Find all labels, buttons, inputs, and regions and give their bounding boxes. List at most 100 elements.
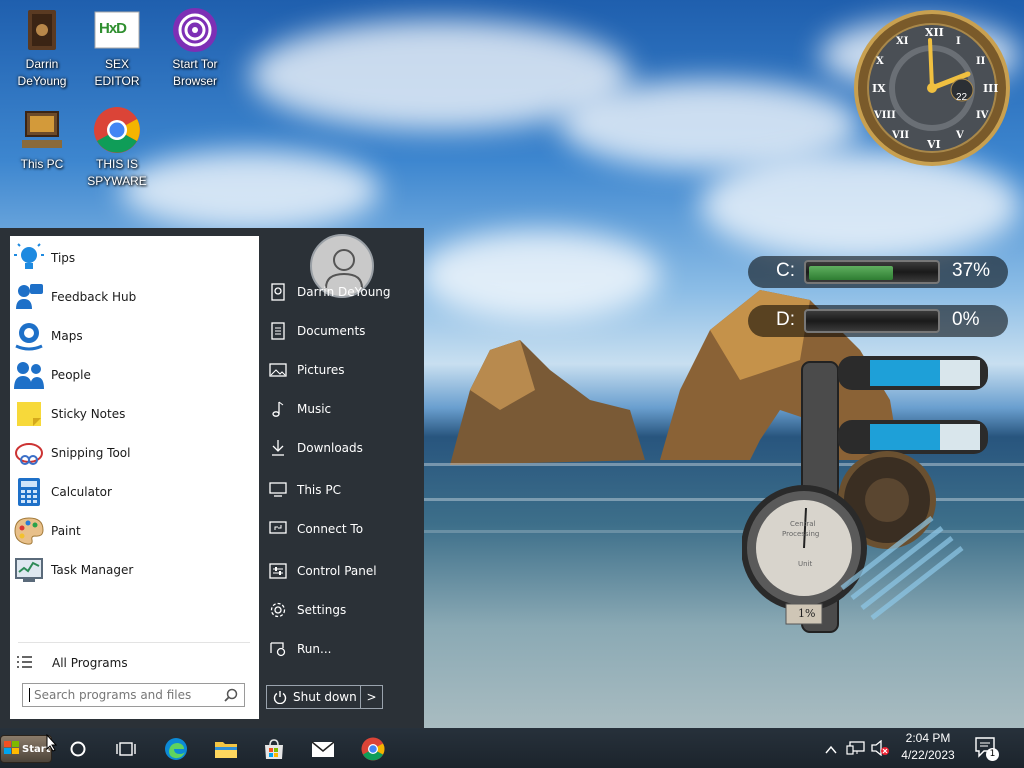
start-place-user[interactable]: Darrin DeYoung [268, 277, 418, 307]
shutdown-label: Shut down [293, 690, 357, 704]
tor-browser-icon [171, 6, 219, 54]
user-folder-icon [18, 6, 66, 54]
control-panel-icon [268, 561, 288, 581]
clock-numeral: XI [896, 36, 909, 47]
sticky-note-icon [13, 398, 45, 430]
desktop-icon-label: DeYoung [17, 74, 67, 88]
start-place-music[interactable]: Music [268, 394, 418, 424]
user-icon [268, 282, 288, 302]
clock-numeral: XII [925, 26, 944, 39]
network-icon[interactable] [846, 740, 866, 760]
run-icon [268, 639, 288, 659]
tray-clock[interactable]: 2:04 PM 4/22/2023 [888, 731, 968, 762]
start-place-control-panel[interactable]: Control Panel [268, 556, 418, 586]
calculator-icon [13, 476, 45, 508]
start-item-label: Maps [51, 328, 83, 343]
sea-stack-rock [450, 340, 645, 465]
start-item-paint[interactable]: Paint [10, 511, 259, 550]
desktop-icon-user[interactable]: Darrin DeYoung [0, 6, 84, 90]
drive-c-label: C: [776, 260, 795, 281]
start-item-people[interactable]: People [10, 355, 259, 394]
start-item-label: People [51, 367, 91, 382]
clock-numeral: VIII [874, 110, 896, 121]
start-item-label: Snipping Tool [51, 445, 131, 460]
clock-numeral: VII [892, 130, 910, 141]
mail-icon[interactable] [310, 736, 336, 762]
all-programs-button[interactable]: All Programs [10, 648, 259, 678]
this-pc-icon [18, 106, 66, 154]
start-place-label: Control Panel [297, 564, 377, 578]
chrome-icon [93, 106, 141, 154]
start-place-label: Music [297, 402, 332, 416]
chrome-icon[interactable] [360, 736, 386, 762]
cpu-gauge-gadget[interactable]: Central Processing Unit 1% [741, 348, 1002, 648]
download-icon [268, 438, 288, 458]
desktop-icon-this-pc[interactable]: This PC [0, 106, 84, 173]
start-item-feedback-hub[interactable]: Feedback Hub [10, 277, 259, 316]
shutdown-options-button[interactable]: > [360, 686, 382, 708]
shutdown-button[interactable]: Shut down > [266, 685, 383, 709]
volume-muted-icon[interactable] [870, 739, 890, 760]
desktop-icon-label: SPYWARE [87, 174, 147, 188]
desktop-icon-hex-editor[interactable]: HxD SEX EDITOR [75, 6, 159, 90]
people-icon [13, 359, 45, 391]
desktop-icon-label: EDITOR [94, 74, 140, 88]
desktop-icon-label: SEX [104, 57, 129, 71]
start-item-sticky-notes[interactable]: Sticky Notes [10, 394, 259, 433]
action-center-button[interactable]: 1 [974, 736, 999, 762]
start-place-run[interactable]: Run... [268, 634, 418, 664]
music-note-icon [268, 399, 288, 419]
start-place-settings[interactable]: Settings [268, 595, 418, 625]
text-caret [29, 688, 30, 702]
file-explorer-icon[interactable] [213, 736, 239, 762]
start-place-label: Downloads [297, 441, 363, 455]
all-programs-label: All Programs [52, 656, 128, 670]
picture-icon [268, 360, 288, 380]
task-view-icon[interactable] [113, 736, 139, 762]
start-place-pictures[interactable]: Pictures [268, 355, 418, 385]
start-place-connect-to[interactable]: Connect To [268, 514, 418, 544]
notification-badge: 1 [986, 748, 999, 761]
start-item-calculator[interactable]: Calculator [10, 472, 259, 511]
search-icon[interactable] [224, 688, 238, 705]
tray-time: 2:04 PM [905, 731, 951, 745]
start-place-documents[interactable]: Documents [268, 316, 418, 346]
search-placeholder: Search programs and files [34, 688, 192, 702]
start-item-snipping-tool[interactable]: Snipping Tool [10, 433, 259, 472]
start-item-maps[interactable]: Maps [10, 316, 259, 355]
start-place-this-pc[interactable]: This PC [268, 475, 418, 505]
hex-editor-icon: HxD [93, 6, 141, 54]
start-place-downloads[interactable]: Downloads [268, 433, 418, 463]
store-icon[interactable] [261, 736, 287, 762]
clock-numeral: III [983, 82, 999, 95]
gauge-title-3: Unit [798, 560, 813, 568]
desktop-icon-label: Browser [172, 74, 217, 88]
edge-icon[interactable] [163, 736, 189, 762]
start-item-task-manager[interactable]: Task Manager [10, 550, 259, 589]
gauge-title-1: Central [790, 520, 816, 528]
search-programs-input[interactable]: Search programs and files [22, 683, 245, 707]
start-place-label: This PC [297, 483, 341, 497]
document-icon [268, 321, 288, 341]
drive-c-meter[interactable]: C: 37% [738, 254, 1008, 290]
start-item-label: Calculator [51, 484, 112, 499]
power-icon [267, 690, 293, 704]
clock-numeral: X [876, 56, 884, 67]
chevron-up-icon[interactable] [824, 741, 838, 760]
lightbulb-icon [13, 242, 45, 274]
drive-d-meter[interactable]: D: 0% [738, 303, 1008, 339]
desktop-icon-chrome[interactable]: THIS IS SPYWARE [75, 106, 159, 190]
mouse-cursor-icon [46, 733, 58, 756]
start-item-label: Sticky Notes [51, 406, 126, 421]
start-place-label: Documents [297, 324, 366, 338]
start-item-label: Task Manager [51, 562, 134, 577]
clock-gadget[interactable]: XII III VI IX I II IV V VII VIII X XI 22 [852, 8, 1012, 168]
clock-date: 22 [956, 92, 968, 103]
scissors-icon [13, 437, 45, 469]
desktop-icon-tor-browser[interactable]: Start Tor Browser [153, 6, 237, 90]
start-item-tips[interactable]: Tips [10, 238, 259, 277]
start-button[interactable]: Start [0, 735, 52, 763]
windows-logo-icon [4, 740, 20, 758]
start-item-label: Paint [51, 523, 81, 538]
cortana-circle-icon[interactable] [65, 736, 91, 762]
